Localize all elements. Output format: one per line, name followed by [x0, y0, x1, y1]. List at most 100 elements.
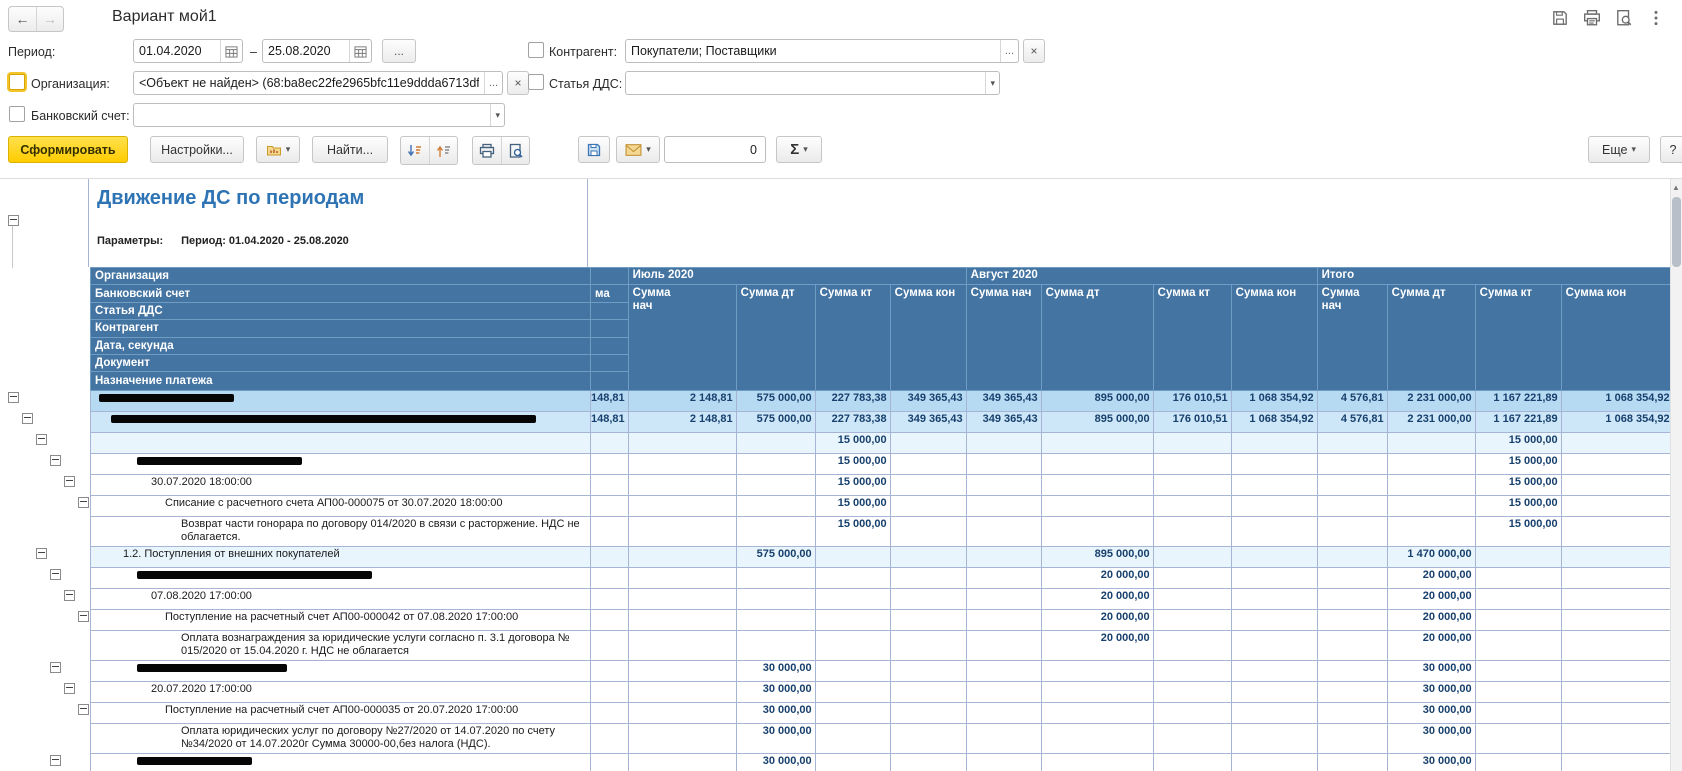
print-icon[interactable]: [1582, 8, 1602, 28]
row-label-cell: 1.2. Поступления от внешних покупателей: [91, 546, 591, 567]
dds-field: ▾: [625, 71, 1000, 95]
row-expander-icon[interactable]: [50, 569, 61, 580]
organization-clear-button[interactable]: ×: [507, 71, 529, 95]
row-expander-icon[interactable]: [36, 548, 47, 559]
menu-dots-icon[interactable]: [1646, 8, 1666, 28]
bank-account-checkbox[interactable]: [9, 106, 25, 122]
row-expander-icon[interactable]: [8, 392, 19, 403]
month-group-header: Июль 2020: [628, 268, 966, 285]
counter-input[interactable]: [664, 136, 766, 163]
amount-cell: [1153, 609, 1231, 630]
row-expander-icon[interactable]: [64, 476, 75, 487]
amount-cell: [1153, 630, 1231, 660]
row-expander-icon[interactable]: [78, 704, 89, 715]
amount-cell: [591, 609, 629, 630]
row-expander-icon[interactable]: [50, 755, 61, 766]
more-button[interactable]: Еще ▾: [1588, 136, 1650, 163]
menu-dots-partial-icon[interactable]: [1676, 8, 1682, 26]
settings-button[interactable]: Настройки...: [150, 136, 244, 163]
row-expander-icon[interactable]: [50, 662, 61, 673]
amount-cell: 15 000,00: [1475, 495, 1561, 516]
report-expander-icon[interactable]: [8, 215, 19, 226]
row-label-cell: Оплата юридических услуг по договору №27…: [91, 723, 591, 753]
contractor-checkbox[interactable]: [528, 42, 544, 58]
row-expander-icon[interactable]: [78, 611, 89, 622]
collapse-groups-icon[interactable]: [401, 137, 429, 164]
amount-cell: [815, 681, 890, 702]
print-preview-icon[interactable]: [501, 137, 529, 164]
amount-cell: [591, 495, 629, 516]
sum-button[interactable]: Σ ▾: [776, 136, 822, 163]
amount-cell: [890, 474, 966, 495]
row-expander-icon[interactable]: [78, 497, 89, 508]
row-expander-icon[interactable]: [64, 590, 75, 601]
scroll-up-icon[interactable]: ▲: [1672, 183, 1680, 192]
period-to-input[interactable]: [263, 40, 349, 62]
contractor-clear-button[interactable]: ×: [1023, 39, 1045, 63]
column-header: Сумма кон: [1561, 285, 1673, 391]
partial-column: ма: [591, 268, 629, 391]
row-label-cell: [91, 390, 591, 411]
amount-cell: [1561, 660, 1673, 681]
amount-cell: [890, 723, 966, 753]
row-header-3: Контрагент: [91, 320, 590, 337]
print-preview-icon[interactable]: [1614, 8, 1634, 28]
amount-cell: [1153, 516, 1231, 546]
amount-cell: [890, 495, 966, 516]
amount-cell: [736, 630, 815, 660]
scrollbar-thumb[interactable]: [1672, 197, 1681, 267]
calendar-icon[interactable]: [349, 40, 371, 62]
period-from-input[interactable]: [134, 40, 220, 62]
save-icon[interactable]: [1550, 8, 1570, 28]
amount-cell: 20 000,00: [1041, 588, 1153, 609]
redacted-text: [99, 394, 234, 402]
print-icon[interactable]: [473, 137, 501, 164]
envelope-icon: [625, 143, 642, 157]
amount-cell: [1317, 588, 1387, 609]
amount-cell: [628, 588, 736, 609]
amount-cell: [1561, 723, 1673, 753]
bank-account-input[interactable]: [134, 104, 490, 126]
row-label-cell: Оплата вознаграждения за юридические усл…: [91, 630, 591, 660]
vertical-scrollbar[interactable]: [1670, 179, 1682, 771]
help-button[interactable]: ?: [1660, 136, 1682, 163]
amount-cell: [591, 588, 629, 609]
ellipsis-button[interactable]: ...: [484, 72, 502, 94]
amount-cell: [736, 567, 815, 588]
expand-groups-icon[interactable]: [429, 137, 457, 164]
row-expander-icon[interactable]: [36, 434, 47, 445]
amount-cell: 349 365,43: [890, 411, 966, 432]
amount-cell: [1387, 453, 1475, 474]
calendar-icon[interactable]: [220, 40, 242, 62]
contractor-input[interactable]: [626, 40, 1000, 62]
generate-button[interactable]: Сформировать: [8, 136, 128, 163]
forward-button[interactable]: →: [36, 7, 63, 31]
amount-cell: [591, 702, 629, 723]
amount-cell: 176 010,51: [1153, 390, 1231, 411]
send-mail-button[interactable]: ▾: [616, 136, 660, 163]
row-header-0: Организация: [91, 268, 590, 285]
find-button[interactable]: Найти...: [312, 136, 388, 163]
amount-cell: 15 000,00: [1475, 474, 1561, 495]
ellipsis-button[interactable]: ...: [1000, 40, 1018, 62]
row-expander-icon[interactable]: [64, 683, 75, 694]
amount-cell: [736, 609, 815, 630]
row-label-cell: 20.07.2020 17:00:00: [91, 681, 591, 702]
period-more-button[interactable]: ...: [382, 39, 416, 63]
row-expander-icon[interactable]: [22, 413, 33, 424]
dds-checkbox[interactable]: [528, 74, 544, 90]
dds-input[interactable]: [626, 72, 985, 94]
amount-cell: 20 000,00: [1387, 630, 1475, 660]
column-header: Сумма кт: [815, 285, 890, 391]
tree-gutter-cell: [0, 609, 91, 630]
organization-checkbox[interactable]: [9, 74, 25, 90]
tree-gutter-cell: [0, 588, 91, 609]
row-expander-icon[interactable]: [50, 455, 61, 466]
amount-cell: [1475, 681, 1561, 702]
save-result-button[interactable]: [578, 136, 610, 163]
chevron-down-icon[interactable]: ▾: [490, 104, 504, 126]
report-variants-button[interactable]: ▾: [256, 136, 300, 163]
organization-input[interactable]: [134, 72, 484, 94]
back-button[interactable]: ←: [9, 7, 36, 31]
chevron-down-icon[interactable]: ▾: [985, 72, 999, 94]
